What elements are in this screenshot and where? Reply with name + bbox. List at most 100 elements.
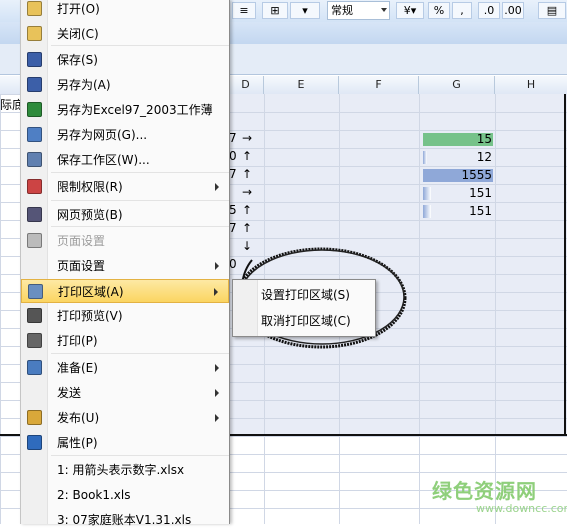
arrow-icon: ↑ (242, 167, 253, 181)
menu-item-label: 打印区域(A) (58, 285, 124, 299)
menu-item-label: 打印(P) (57, 334, 98, 348)
save-icon (27, 52, 42, 67)
print-area-submenu: 设置打印区域(S) 取消打印区域(C) (232, 279, 376, 337)
print-area-icon (28, 284, 43, 299)
excel-icon (27, 102, 42, 117)
number-format-value: 常规 (331, 4, 353, 17)
menu-item[interactable]: 限制权限(R) (21, 175, 229, 199)
currency-button[interactable]: ¥▾ (396, 2, 424, 19)
set-print-area-label: 设置打印区域(S) (261, 288, 350, 302)
grid-line (419, 94, 420, 524)
folder-open-icon (27, 1, 42, 16)
menu-separator (51, 353, 229, 354)
cancel-print-area-label: 取消打印区域(C) (261, 314, 351, 328)
menu-item-label: 准备(E) (57, 361, 98, 375)
print-area-right-border (564, 94, 566, 436)
chevron-right-icon (215, 183, 219, 191)
properties-icon (27, 435, 42, 450)
menu-item-label: 关闭(C) (57, 27, 99, 41)
col-header-e[interactable]: E (264, 76, 339, 94)
arrow-icon: ↑ (242, 203, 253, 217)
cell-value[interactable]: 15 (422, 131, 492, 148)
conditional-format-button[interactable]: ▤ (538, 2, 566, 19)
cancel-print-area-item[interactable]: 取消打印区域(C) (233, 308, 375, 334)
wrap-button[interactable]: ▾ (290, 2, 320, 19)
menu-item[interactable]: 另存为网页(G)... (21, 123, 229, 147)
col-header-d[interactable]: D (228, 76, 264, 94)
cell-value[interactable]: 151 (422, 203, 492, 220)
chevron-down-icon (381, 8, 387, 12)
menu-item[interactable]: 发布(U) (21, 406, 229, 430)
menu-item-label: 打开(O) (57, 2, 100, 16)
cell-fragment: 7 (229, 221, 237, 235)
menu-item-label: 保存工作区(W)... (57, 153, 150, 167)
menu-item[interactable]: 打开(O) (21, 0, 229, 21)
cell-fragment: 5 (229, 203, 237, 217)
align-button[interactable]: ≡ (232, 2, 256, 19)
decrease-decimal-button[interactable]: .00 (502, 2, 524, 19)
menu-item-label: 1: 用箭头表示数字.xlsx (57, 463, 185, 477)
cell-value[interactable]: 1555 (422, 167, 492, 184)
publish-icon (27, 410, 42, 425)
percent-button[interactable]: % (428, 2, 450, 19)
menu-item-label: 网页预览(B) (57, 208, 123, 222)
menu-item[interactable]: 页面设置 (21, 254, 229, 278)
menu-item-label: 另存为网页(G)... (57, 128, 148, 142)
menu-item[interactable]: 关闭(C) (21, 22, 229, 46)
menu-item[interactable]: 网页预览(B) (21, 203, 229, 227)
print-preview-icon (27, 308, 42, 323)
workspace-icon (27, 152, 42, 167)
menu-item-label: 另存为Excel97_2003工作薄 (57, 103, 213, 117)
menu-item-label: 2: Book1.xls (57, 488, 131, 502)
menu-item-label: 发送 (57, 386, 82, 400)
menu-item[interactable]: 属性(P) (21, 431, 229, 455)
page-setup-disabled-icon (27, 233, 42, 248)
menu-item[interactable]: 保存工作区(W)... (21, 148, 229, 172)
set-print-area-item[interactable]: 设置打印区域(S) (233, 282, 375, 308)
col-header-g[interactable]: G (419, 76, 495, 94)
cell-fragment: 0 (229, 149, 237, 163)
menu-item: 页面设置 (21, 229, 229, 253)
watermark-url: www.downcc.com (476, 502, 567, 515)
grid-line (495, 94, 496, 524)
arrow-icon: → (242, 131, 253, 145)
chevron-right-icon (215, 414, 219, 422)
cell-fragment: 7 (229, 167, 237, 181)
number-format-select[interactable]: 常规 (327, 1, 390, 20)
cell-value[interactable]: 151 (422, 185, 492, 202)
menu-item[interactable]: 打印预览(V) (21, 304, 229, 328)
menu-item-label: 属性(P) (57, 436, 98, 450)
chevron-right-icon (214, 288, 218, 296)
menu-item-label: 另存为(A) (57, 78, 111, 92)
menu-item[interactable]: 打印(P) (21, 329, 229, 353)
menu-item[interactable]: 发送 (21, 381, 229, 405)
menu-item-label: 限制权限(R) (57, 180, 123, 194)
web-save-icon (27, 127, 42, 142)
col-header-f[interactable]: F (339, 76, 419, 94)
arrow-icon: ↑ (242, 149, 253, 163)
col-header-h[interactable]: H (495, 76, 567, 94)
menu-item[interactable]: 另存为(A) (21, 73, 229, 97)
menu-item[interactable]: 另存为Excel97_2003工作薄 (21, 98, 229, 122)
prepare-icon (27, 360, 42, 375)
menu-item[interactable]: 打印区域(A) (21, 279, 229, 303)
menu-separator (51, 172, 229, 173)
file-menu: 打开(O) 关闭(C) 保存(S) 另存为(A) 另存为Excel97_2003工作薄另… (20, 0, 230, 527)
menu-item-label: 保存(S) (57, 53, 98, 67)
menu-item[interactable]: 1: 用箭头表示数字.xlsx (21, 458, 229, 482)
menu-item[interactable]: 保存(S) (21, 48, 229, 72)
increase-decimal-button[interactable]: .0 (478, 2, 500, 19)
menu-item[interactable]: 准备(E) (21, 356, 229, 380)
save-as-icon (27, 77, 42, 92)
menu-item-label: 3: 07家庭账本V1.31.xls (57, 513, 192, 527)
cell-value[interactable]: 12 (422, 149, 492, 166)
merge-button[interactable]: ⊞ (262, 2, 288, 19)
menu-item[interactable]: 3: 07家庭账本V1.31.xls (21, 508, 229, 532)
arrow-icon: ↑ (242, 221, 253, 235)
comma-button[interactable]: , (452, 2, 472, 19)
chevron-right-icon (215, 389, 219, 397)
chevron-right-icon (215, 364, 219, 372)
folder-icon (27, 26, 42, 41)
watermark-title: 绿色资源网 (432, 479, 537, 503)
menu-item[interactable]: 2: Book1.xls (21, 483, 229, 507)
